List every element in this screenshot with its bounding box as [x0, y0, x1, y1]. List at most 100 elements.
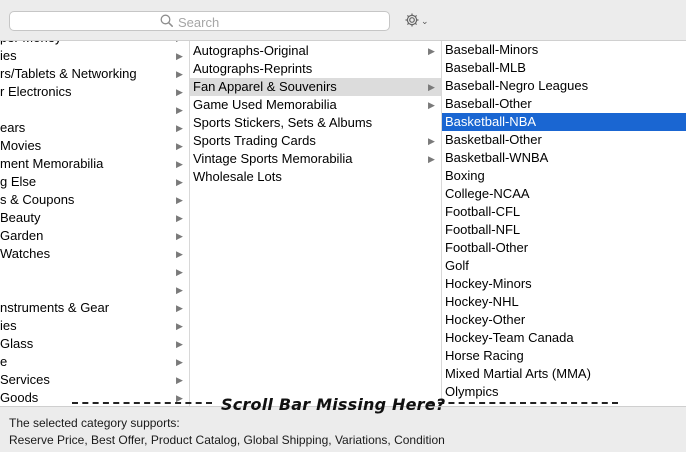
- subcategory-item-label: Sports Stickers, Sets & Albums: [193, 115, 373, 130]
- subcategory-item-label: Wholesale Lots: [193, 169, 282, 184]
- subcategory-item-label: Fan Apparel & Souvenirs: [193, 79, 337, 94]
- leaf-category-label: Basketball-Other: [445, 132, 542, 147]
- leaf-category-item[interactable]: Hockey-Other: [442, 311, 686, 329]
- category-item[interactable]: ears ▶: [0, 119, 189, 137]
- chevron-right-icon: ▶: [176, 393, 183, 403]
- leaf-category-item[interactable]: Basketball-NBA: [442, 113, 686, 131]
- subcategory-item-label: Autographs-Original: [193, 43, 309, 58]
- category-item[interactable]: ▶: [0, 101, 189, 119]
- category-item-label: Movies: [0, 138, 42, 153]
- leaf-category-item[interactable]: Golf: [442, 257, 686, 275]
- category-item-label: Goods: [0, 390, 39, 405]
- category-column-2[interactable]: Autographs-Original ▶ Autographs-Reprints F…: [190, 41, 442, 407]
- chevron-right-icon: ▶: [176, 213, 183, 223]
- category-item[interactable]: r Electronics ▶: [0, 83, 189, 101]
- chevron-right-icon: ▶: [176, 87, 183, 97]
- leaf-category-item[interactable]: Basketball-Other: [442, 131, 686, 149]
- leaf-category-label: Golf: [445, 258, 469, 273]
- category-item[interactable]: Watches ▶: [0, 245, 189, 263]
- category-item[interactable]: e ▶: [0, 353, 189, 371]
- subcategory-item-label: Game Used Memorabilia: [193, 97, 337, 112]
- leaf-category-item[interactable]: College-NCAA: [442, 185, 686, 203]
- chevron-right-icon: ▶: [176, 231, 183, 241]
- leaf-category-label: Olympics: [445, 384, 499, 399]
- action-menu-button[interactable]: ⌄: [404, 12, 429, 31]
- subcategory-item-label: Autographs-Reprints: [193, 61, 313, 76]
- leaf-category-label: Boxing: [445, 168, 485, 183]
- subcategory-item[interactable]: Sports Stickers, Sets & Albums: [190, 114, 441, 132]
- chevron-right-icon: ▶: [176, 123, 183, 133]
- category-item[interactable]: Goods ▶: [0, 389, 189, 407]
- status-heading: The selected category supports:: [9, 416, 180, 430]
- leaf-category-label: College-NCAA: [445, 186, 530, 201]
- leaf-category-item[interactable]: Olympics: [442, 383, 686, 401]
- leaf-category-item[interactable]: Hockey-Minors: [442, 275, 686, 293]
- leaf-category-item[interactable]: Football-NFL: [442, 221, 686, 239]
- category-item-label: Services: [0, 372, 50, 387]
- leaf-category-item[interactable]: Basketball-WNBA: [442, 149, 686, 167]
- leaf-category-item[interactable]: Boxing: [442, 167, 686, 185]
- category-item[interactable]: ▶: [0, 263, 189, 281]
- subcategory-item[interactable]: Vintage Sports Memorabilia ▶: [190, 150, 441, 168]
- chevron-right-icon: ▶: [176, 105, 183, 115]
- subcategory-item-label: Vintage Sports Memorabilia: [193, 151, 353, 166]
- leaf-category-item[interactable]: Hockey-Team Canada: [442, 329, 686, 347]
- category-item[interactable]: Beauty ▶: [0, 209, 189, 227]
- category-item-label: Beauty: [0, 210, 41, 225]
- leaf-category-label: Basketball-NBA: [445, 114, 537, 129]
- leaf-category-label: Football-NFL: [445, 222, 521, 237]
- category-column-3[interactable]: Baseball-Minors Baseball-MLB Baseball-Negr…: [442, 41, 686, 407]
- leaf-category-label: Baseball-Other: [445, 96, 532, 111]
- subcategory-item[interactable]: Wholesale Lots: [190, 168, 441, 186]
- category-item[interactable]: s & Coupons ▶: [0, 191, 189, 209]
- category-item[interactable]: nstruments & Gear ▶: [0, 299, 189, 317]
- category-item[interactable]: Services ▶: [0, 371, 189, 389]
- category-item[interactable]: ies ▶: [0, 317, 189, 335]
- leaf-category-label: Football-CFL: [445, 204, 521, 219]
- leaf-category-item[interactable]: Mixed Martial Arts (MMA): [442, 365, 686, 383]
- gear-icon: [404, 12, 420, 31]
- chevron-right-icon: ▶: [176, 267, 183, 277]
- leaf-category-item[interactable]: Football-CFL: [442, 203, 686, 221]
- category-item-label: g Else: [0, 174, 37, 189]
- search-field[interactable]: [9, 11, 390, 31]
- leaf-category-item[interactable]: Baseball-Negro Leagues: [442, 77, 686, 95]
- leaf-category-item[interactable]: Baseball-MLB: [442, 59, 686, 77]
- category-item-label: ies: [0, 48, 17, 63]
- status-features: Reserve Price, Best Offer, Product Catal…: [9, 433, 445, 447]
- chevron-down-icon: ⌄: [421, 16, 429, 26]
- category-item[interactable]: ▶: [0, 281, 189, 299]
- leaf-category-item[interactable]: Baseball-Other: [442, 95, 686, 113]
- subcategory-item[interactable]: Game Used Memorabilia ▶: [190, 96, 441, 114]
- subcategory-item[interactable]: Autographs-Original ▶: [190, 42, 441, 60]
- leaf-category-label: Baseball-Negro Leagues: [445, 78, 589, 93]
- leaf-category-item[interactable]: Football-Other: [442, 239, 686, 257]
- leaf-category-label: Basketball-WNBA: [445, 150, 549, 165]
- category-item-label: e: [0, 354, 8, 369]
- leaf-category-label: Football-Other: [445, 240, 529, 255]
- category-item[interactable]: g Else ▶: [0, 173, 189, 191]
- category-item[interactable]: Glass ▶: [0, 335, 189, 353]
- leaf-category-item[interactable]: Hockey-NHL: [442, 293, 686, 311]
- subcategory-item-label: Sports Trading Cards: [193, 133, 316, 148]
- subcategory-item[interactable]: Sports Trading Cards ▶: [190, 132, 441, 150]
- category-item-label: ment Memorabilia: [0, 156, 104, 171]
- category-item[interactable]: ies ▶: [0, 47, 189, 65]
- leaf-category-label: Baseball-MLB: [445, 60, 526, 75]
- search-input[interactable]: [178, 14, 378, 30]
- chevron-right-icon: ▶: [428, 46, 435, 56]
- category-column-1[interactable]: per Money▶ies▶rs/Tablets & Networking▶r …: [0, 41, 190, 407]
- category-item[interactable]: Garden ▶: [0, 227, 189, 245]
- leaf-category-item[interactable]: Baseball-Minors: [442, 41, 686, 59]
- chevron-right-icon: ▶: [428, 100, 435, 110]
- subcategory-item[interactable]: Fan Apparel & Souvenirs ▶: [190, 78, 441, 96]
- leaf-category-label: Hockey-Minors: [445, 276, 532, 291]
- category-item[interactable]: rs/Tablets & Networking ▶: [0, 65, 189, 83]
- chevron-right-icon: ▶: [176, 69, 183, 79]
- chevron-right-icon: ▶: [176, 375, 183, 385]
- subcategory-item[interactable]: Autographs-Reprints: [190, 60, 441, 78]
- search-icon: [160, 14, 178, 30]
- category-item[interactable]: ment Memorabilia ▶: [0, 155, 189, 173]
- category-item[interactable]: Movies ▶: [0, 137, 189, 155]
- leaf-category-item[interactable]: Horse Racing: [442, 347, 686, 365]
